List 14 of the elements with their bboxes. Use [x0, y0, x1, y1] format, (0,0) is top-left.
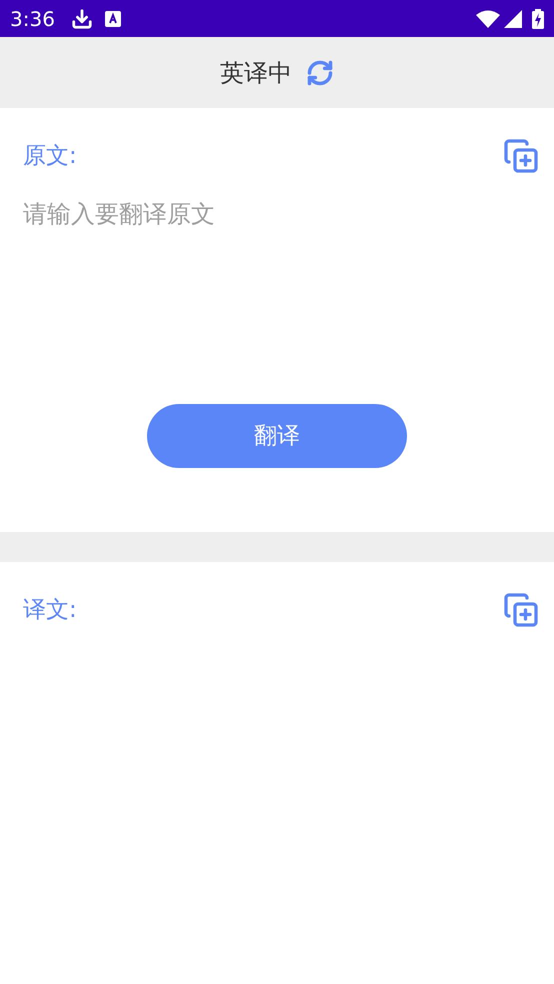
- source-input[interactable]: 请输入要翻译原文: [23, 196, 531, 396]
- signal-icon: [504, 10, 522, 28]
- header-title: 英译中: [220, 58, 292, 88]
- copy-icon[interactable]: [503, 138, 539, 174]
- battery-icon: [532, 8, 544, 28]
- result-label: 译文:: [23, 596, 77, 625]
- wifi-icon: [476, 10, 500, 28]
- refresh-icon[interactable]: [306, 58, 334, 86]
- app-notification-icon: [104, 10, 121, 26]
- copy-icon[interactable]: [503, 592, 539, 628]
- status-time: 3:36: [10, 6, 55, 32]
- source-label: 原文:: [23, 142, 77, 171]
- translate-button[interactable]: 翻译: [147, 404, 407, 468]
- download-icon: [70, 8, 93, 30]
